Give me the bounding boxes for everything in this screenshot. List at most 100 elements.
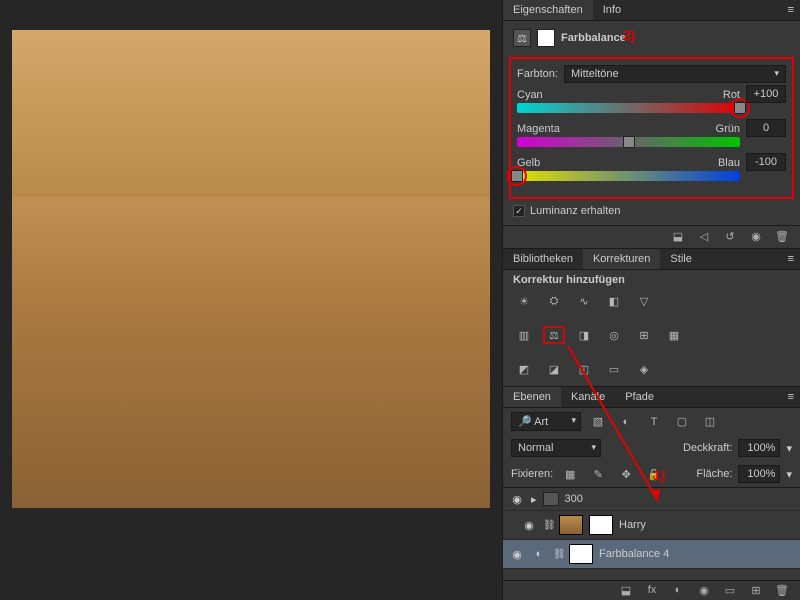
- levels-icon[interactable]: ⛭: [543, 292, 565, 310]
- threshold-icon[interactable]: ◫: [573, 360, 595, 378]
- new-layer-icon[interactable]: ⊞: [748, 584, 764, 597]
- panel-menu-icon[interactable]: ≡: [782, 391, 800, 403]
- lookup-icon[interactable]: ▦: [663, 326, 685, 344]
- bw-icon[interactable]: ◨: [573, 326, 595, 344]
- color-balance-icon[interactable]: ⚖: [543, 326, 565, 344]
- tone-label: Farbton:: [517, 68, 558, 80]
- filter-adj-icon[interactable]: ◐: [615, 413, 637, 431]
- layer-thumb: [559, 515, 583, 535]
- trash-icon[interactable]: 🗑: [774, 584, 790, 597]
- adjustment-icons: ☀ ⛭ ∿ ◧ ▽ ▥ ⚖ ◨ ◎ ⊞ ▦ ◩ ◪ ◫ ▭ ◈: [503, 292, 800, 386]
- panel-menu-icon[interactable]: ≡: [782, 4, 800, 16]
- layer-name[interactable]: Harry: [619, 519, 646, 531]
- properties-tabs: Eigenschaften Info ≡: [503, 0, 800, 21]
- value-yellow-blue[interactable]: -100: [746, 153, 786, 171]
- clip-icon[interactable]: ⬓: [670, 230, 686, 244]
- properties-body: ⚖ Farbbalance Farbton: Mitteltöne 2) Cya…: [503, 21, 800, 225]
- corrections-tabs: Bibliotheken Korrekturen Stile ≡: [503, 249, 800, 270]
- layer-name[interactable]: Farbbalance 4: [599, 548, 669, 560]
- fx-icon[interactable]: fx: [644, 584, 660, 597]
- link-icon: ⛓: [543, 520, 553, 531]
- invert-icon[interactable]: ◩: [513, 360, 535, 378]
- lock-transparent-icon[interactable]: ▦: [559, 465, 581, 483]
- tab-kanaele[interactable]: Kanäle: [561, 387, 615, 407]
- visibility-toggle[interactable]: ◉: [509, 548, 525, 561]
- label-gruen: Grün: [716, 123, 740, 135]
- layers-filter-bar: 🔎 Art ▧ ◐ T ▢ ◫: [503, 408, 800, 435]
- label-magenta: Magenta: [517, 123, 560, 135]
- lock-paint-icon[interactable]: ✎: [587, 465, 609, 483]
- tab-pfade[interactable]: Pfade: [615, 387, 664, 407]
- visibility-toggle[interactable]: ◉: [509, 493, 525, 506]
- tab-stile[interactable]: Stile: [660, 249, 701, 269]
- canvas-area: [0, 0, 502, 600]
- link-icon: ⛓: [553, 549, 563, 560]
- fill-input[interactable]: 100%: [738, 465, 780, 483]
- opacity-input[interactable]: 100%: [738, 439, 780, 457]
- value-magenta-green[interactable]: 0: [746, 119, 786, 137]
- mask-thumb: [589, 515, 613, 535]
- value-cyan-red[interactable]: +100: [746, 85, 786, 103]
- vibrance-icon[interactable]: ▽: [633, 292, 655, 310]
- selective-color-icon[interactable]: ◈: [633, 360, 655, 378]
- chevron-down-icon[interactable]: ▾: [786, 468, 792, 481]
- delete-icon[interactable]: 🗑: [774, 230, 790, 244]
- fill-label: Fläche:: [696, 468, 732, 480]
- layers-footer: ⬓ fx ◐ ◉ ▭ ⊞ 🗑: [503, 580, 800, 600]
- expand-icon[interactable]: ▸: [531, 493, 537, 506]
- tab-korrekturen[interactable]: Korrekturen: [583, 249, 660, 269]
- exposure-icon[interactable]: ◧: [603, 292, 625, 310]
- brightness-icon[interactable]: ☀: [513, 292, 535, 310]
- slider-cyan-red[interactable]: CyanRot +100: [517, 89, 786, 113]
- layer-row-harry[interactable]: ◉ ⛓ Harry: [503, 511, 800, 540]
- blend-mode-select[interactable]: Normal: [511, 439, 601, 457]
- mask-icon: [537, 29, 555, 47]
- panel-menu-icon[interactable]: ≡: [782, 253, 800, 265]
- photo-filter-icon[interactable]: ◎: [603, 326, 625, 344]
- layer-row-group[interactable]: ◉ ▸ 300: [503, 488, 800, 511]
- balance-icon: ⚖: [513, 29, 531, 47]
- layer-row-farbbalance[interactable]: ◉ ◐ ⛓ Farbbalance 4: [503, 540, 800, 569]
- chevron-down-icon[interactable]: ▾: [786, 442, 792, 455]
- tone-select[interactable]: Mitteltöne: [564, 65, 786, 83]
- prev-state-icon[interactable]: ◁: [696, 230, 712, 244]
- filter-pixel-icon[interactable]: ▧: [587, 413, 609, 431]
- panels-column: Eigenschaften Info ≡ ⚖ Farbbalance Farbt…: [502, 0, 800, 600]
- visibility-icon[interactable]: ◉: [748, 230, 764, 244]
- properties-footer: ⬓ ◁ ↺ ◉ 🗑: [503, 225, 800, 248]
- opacity-label: Deckkraft:: [683, 442, 733, 454]
- tab-info[interactable]: Info: [593, 0, 631, 20]
- mask-thumb: [569, 544, 593, 564]
- tab-bibliotheken[interactable]: Bibliotheken: [503, 249, 583, 269]
- mask-icon[interactable]: ◐: [670, 584, 686, 597]
- label-blau: Blau: [718, 157, 740, 169]
- posterize-icon[interactable]: ◪: [543, 360, 565, 378]
- filter-shape-icon[interactable]: ▢: [671, 413, 693, 431]
- tab-ebenen[interactable]: Ebenen: [503, 387, 561, 407]
- reset-icon[interactable]: ↺: [722, 230, 738, 244]
- folder-icon: [543, 492, 559, 506]
- link-layers-icon[interactable]: ⬓: [618, 584, 634, 597]
- layer-name[interactable]: 300: [565, 493, 583, 505]
- lock-move-icon[interactable]: ✥: [615, 465, 637, 483]
- curves-icon[interactable]: ∿: [573, 292, 595, 310]
- lock-all-icon[interactable]: 🔒: [643, 465, 665, 483]
- channel-mixer-icon[interactable]: ⊞: [633, 326, 655, 344]
- adjustment-icon: ◐: [531, 548, 547, 560]
- visibility-toggle[interactable]: ◉: [521, 519, 537, 532]
- filter-type-select[interactable]: 🔎 Art: [511, 412, 581, 431]
- annotation-box-2: Farbton: Mitteltöne 2) CyanRot +100 Mage…: [509, 57, 794, 199]
- filter-type-icon[interactable]: T: [643, 413, 665, 431]
- preserve-luminance-label: Luminanz erhalten: [530, 205, 621, 217]
- slider-yellow-blue[interactable]: GelbBlau -100: [517, 157, 786, 181]
- filter-smart-icon[interactable]: ◫: [699, 413, 721, 431]
- layer-list: ◉ ▸ 300 ◉ ⛓ Harry ◉ ◐ ⛓ Farbbalance 4: [503, 488, 800, 569]
- tab-eigenschaften[interactable]: Eigenschaften: [503, 0, 593, 20]
- hue-icon[interactable]: ▥: [513, 326, 535, 344]
- preserve-luminance-checkbox[interactable]: ✓: [513, 205, 525, 217]
- document-canvas[interactable]: [12, 30, 490, 508]
- new-adj-icon[interactable]: ◉: [696, 584, 712, 597]
- new-group-icon[interactable]: ▭: [722, 584, 738, 597]
- gradient-map-icon[interactable]: ▭: [603, 360, 625, 378]
- slider-magenta-green[interactable]: MagentaGrün 0: [517, 123, 786, 147]
